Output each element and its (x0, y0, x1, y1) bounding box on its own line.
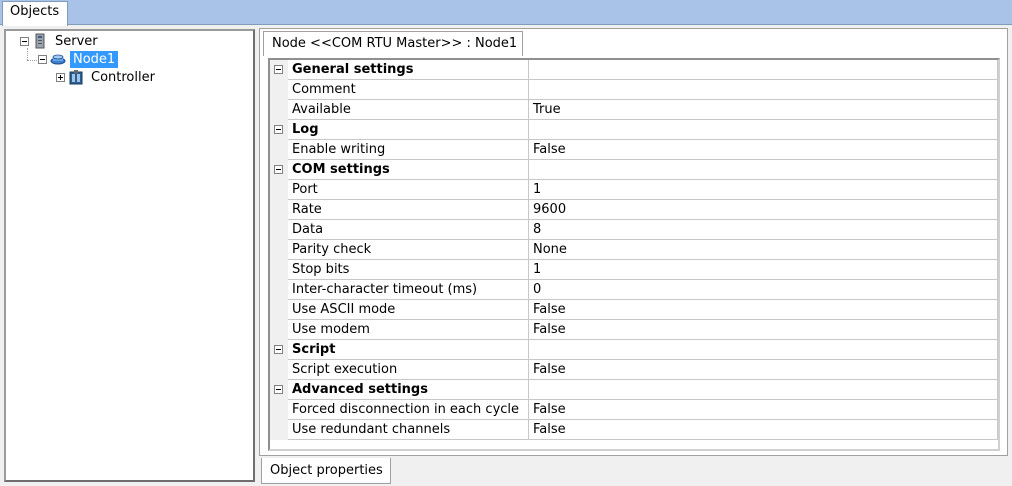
property-name: Script execution (288, 360, 529, 380)
collapse-icon[interactable] (274, 345, 283, 354)
grid-gutter (270, 200, 288, 220)
property-name: Port (288, 180, 529, 200)
grid-property-row[interactable]: Stop bits 1 (270, 260, 998, 280)
property-value[interactable]: 1 (529, 180, 998, 200)
collapse-icon[interactable] (38, 54, 47, 64)
grid-gutter (270, 400, 288, 420)
tree-label-node1: Node1 (70, 50, 119, 68)
grid-property-row[interactable]: Enable writing False (270, 140, 998, 160)
grid-gutter (270, 280, 288, 300)
grid-gutter (270, 80, 288, 100)
property-name: Inter-character timeout (ms) (288, 280, 529, 300)
tree-label-server: Server (55, 33, 98, 49)
grid-gutter (270, 420, 288, 440)
grid-gutter (270, 220, 288, 240)
grid-property-row[interactable]: Rate 9600 (270, 200, 998, 220)
property-value[interactable]: False (529, 420, 998, 440)
tree-item-controller[interactable]: Controller (56, 68, 158, 86)
property-name: Available (288, 100, 529, 120)
property-value[interactable]: False (529, 300, 998, 320)
grid-gutter (270, 260, 288, 280)
grid-gutter (270, 320, 288, 340)
grid-category-row[interactable]: Script (270, 340, 998, 360)
grid-property-row[interactable]: Use ASCII mode False (270, 300, 998, 320)
node-icon (50, 54, 66, 65)
tab-node-header[interactable]: Node <<COM RTU Master>> : Node1 (263, 31, 523, 56)
category-name: COM settings (288, 160, 529, 180)
grid-category-row[interactable]: General settings (270, 60, 998, 80)
grid-property-row[interactable]: Data 8 (270, 220, 998, 240)
object-tree[interactable]: Server Node1 Controller (4, 29, 255, 482)
grid-property-row[interactable]: Forced disconnection in each cycle False (270, 400, 998, 420)
grid-property-row[interactable]: Use modem False (270, 320, 998, 340)
top-tab-strip (0, 0, 1012, 24)
collapse-icon[interactable] (274, 65, 283, 74)
grid-gutter (270, 360, 288, 380)
property-value[interactable] (529, 80, 998, 100)
category-name: Advanced settings (288, 380, 529, 400)
property-value[interactable]: False (529, 320, 998, 340)
tree-item-node1[interactable]: Node1 (38, 50, 119, 68)
grid-property-row[interactable]: Script execution False (270, 360, 998, 380)
category-value-cell (529, 160, 998, 180)
grid-property-row[interactable]: Parity check None (270, 240, 998, 260)
property-value[interactable]: False (529, 400, 998, 420)
category-value-cell (529, 380, 998, 400)
grid-property-row[interactable]: Use redundant channels False (270, 420, 998, 440)
property-value[interactable]: 0 (529, 280, 998, 300)
tab-objects[interactable]: Objects (2, 1, 68, 26)
controller-icon (69, 70, 83, 85)
grid-category-row[interactable]: Advanced settings (270, 380, 998, 400)
property-value[interactable]: 9600 (529, 200, 998, 220)
category-name: General settings (288, 60, 529, 80)
property-name: Parity check (288, 240, 529, 260)
property-value[interactable]: False (529, 140, 998, 160)
collapse-icon[interactable] (274, 125, 283, 134)
grid-property-row[interactable]: Port 1 (270, 180, 998, 200)
grid-category-row[interactable]: Log (270, 120, 998, 140)
property-value[interactable]: False (529, 360, 998, 380)
grid-gutter (270, 240, 288, 260)
property-name: Enable writing (288, 140, 529, 160)
category-value-cell (529, 340, 998, 360)
property-value[interactable]: True (529, 100, 998, 120)
expand-icon[interactable] (56, 72, 65, 82)
property-name: Use ASCII mode (288, 300, 529, 320)
grid-property-row[interactable]: Comment (270, 80, 998, 100)
property-name: Forced disconnection in each cycle (288, 400, 529, 420)
tree-item-server[interactable]: Server (20, 32, 101, 50)
collapse-icon[interactable] (274, 385, 283, 394)
category-name: Log (288, 120, 529, 140)
property-name: Rate (288, 200, 529, 220)
collapse-icon[interactable] (20, 36, 29, 46)
category-value-cell (529, 120, 998, 140)
property-value[interactable]: 8 (529, 220, 998, 240)
property-value[interactable]: None (529, 240, 998, 260)
grid-gutter (270, 300, 288, 320)
property-name: Data (288, 220, 529, 240)
property-value[interactable]: 1 (529, 260, 998, 280)
property-name: Use redundant channels (288, 420, 529, 440)
property-name: Use modem (288, 320, 529, 340)
grid-category-row[interactable]: COM settings (270, 160, 998, 180)
tree-label-controller: Controller (91, 69, 155, 85)
property-name: Stop bits (288, 260, 529, 280)
grid-gutter (270, 180, 288, 200)
tab-object-properties[interactable]: Object properties (261, 458, 391, 484)
collapse-icon[interactable] (274, 165, 283, 174)
category-value-cell (529, 60, 998, 80)
category-name: Script (288, 340, 529, 360)
grid-gutter (270, 100, 288, 120)
property-grid[interactable]: General settings Comment Available True Log E… (268, 58, 1000, 451)
grid-property-row[interactable]: Inter-character timeout (ms) 0 (270, 280, 998, 300)
server-icon (35, 33, 45, 49)
property-name: Comment (288, 80, 529, 100)
grid-property-row[interactable]: Available True (270, 100, 998, 120)
grid-gutter (270, 140, 288, 160)
